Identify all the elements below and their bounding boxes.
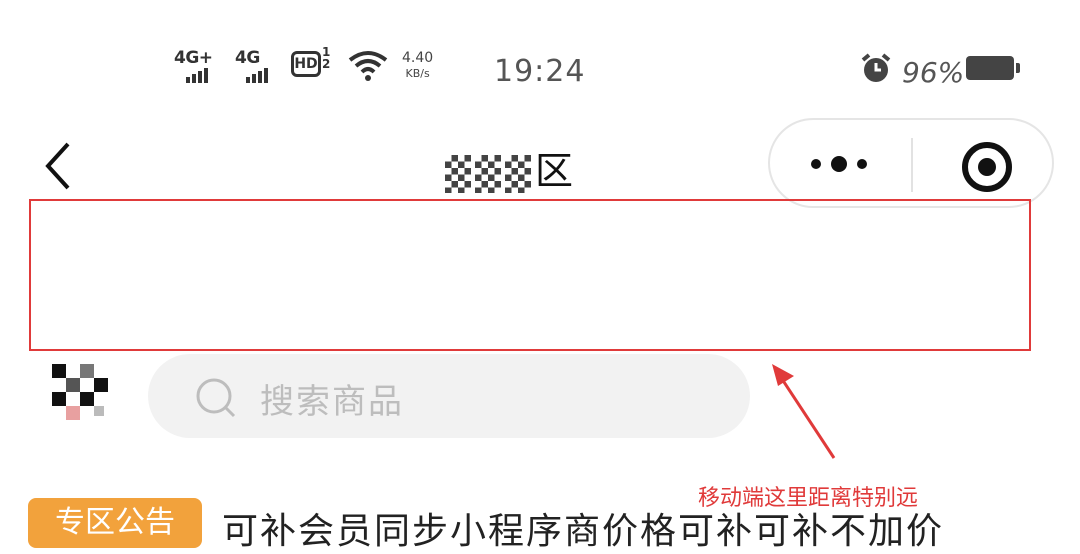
- miniprogram-capsule: [768, 118, 1054, 208]
- status-bar: 4G+ 4G HD 12 4.40 KB/s 19:24 96%: [0, 40, 1080, 100]
- battery-percent: 96%: [902, 56, 965, 89]
- page-title: 区: [445, 140, 579, 195]
- redacted-text: [475, 154, 501, 193]
- close-target-icon[interactable]: [960, 140, 1014, 198]
- redacted-text: [445, 154, 471, 193]
- notice-text[interactable]: 可补会员同步小程序商价格可补可补不加价: [222, 502, 944, 554]
- more-dots-icon[interactable]: [810, 154, 870, 178]
- capsule-divider: [911, 138, 913, 192]
- hd-sim-indicator: 12: [322, 45, 331, 71]
- network-speed: 4.40 KB/s: [402, 50, 434, 80]
- battery-icon: [966, 56, 1020, 80]
- hd-voice-icon: HD: [291, 51, 321, 77]
- shop-logo[interactable]: [52, 364, 118, 430]
- annotation-arrow-icon: [760, 360, 850, 474]
- search-placeholder: 搜索商品: [260, 382, 404, 422]
- network-4g: 4G: [235, 48, 260, 68]
- signal-icon: [186, 68, 208, 83]
- search-icon: [194, 376, 238, 424]
- annotation-highlight-box: [29, 199, 1031, 351]
- redacted-text: [505, 154, 531, 193]
- wifi-icon: [348, 50, 388, 86]
- clock: 19:24: [494, 54, 586, 89]
- navigation-bar: 区: [0, 110, 1080, 210]
- search-input[interactable]: 搜索商品: [148, 354, 750, 438]
- signal-icon-2: [246, 68, 268, 83]
- network-4g-plus: 4G+: [174, 48, 213, 68]
- alarm-icon: [860, 52, 892, 88]
- back-arrow-icon[interactable]: [40, 140, 80, 190]
- notice-badge: 专区公告: [28, 498, 202, 548]
